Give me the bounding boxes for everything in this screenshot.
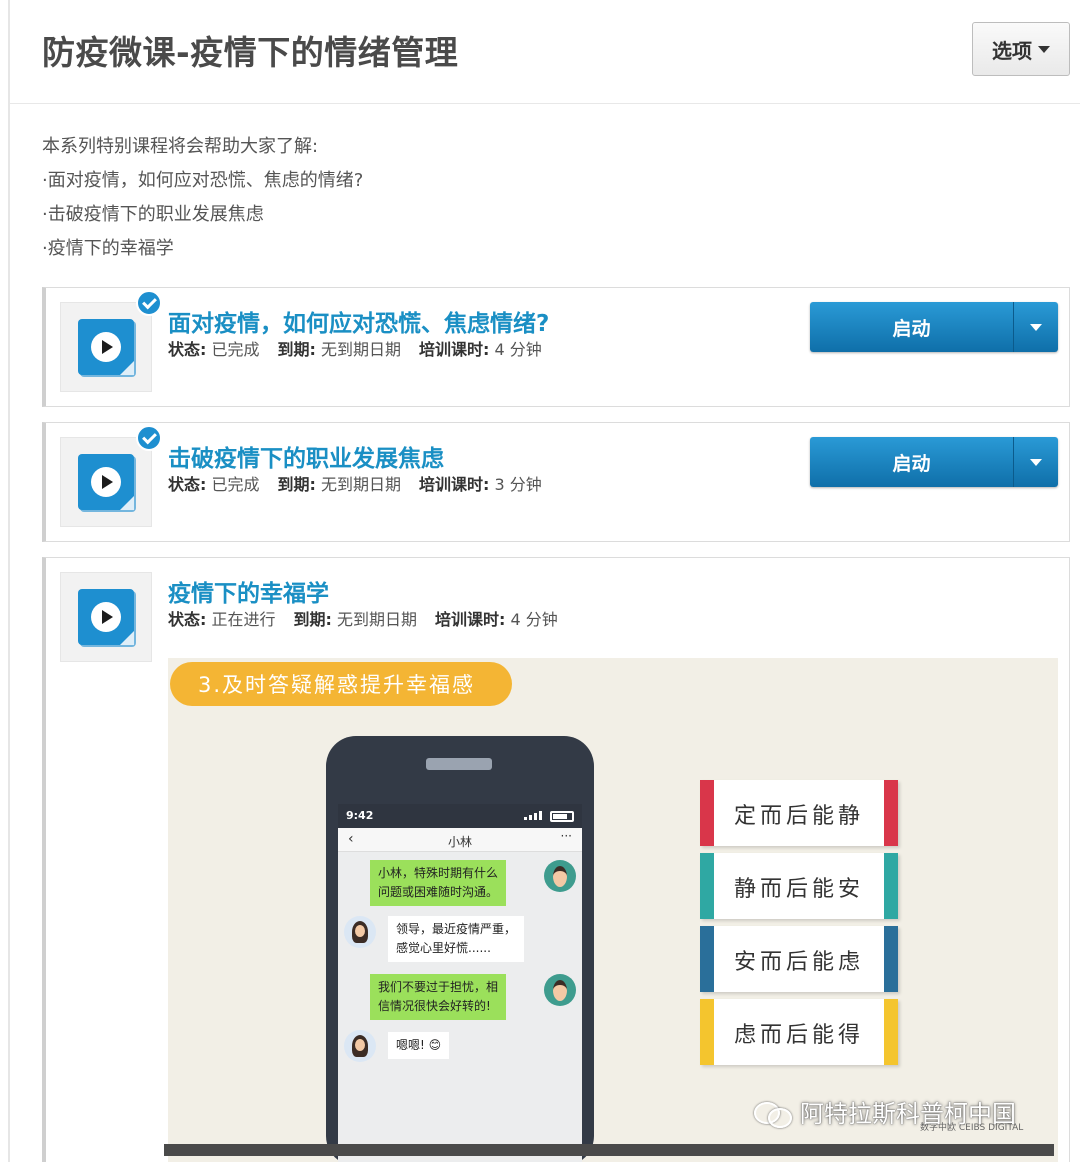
launch-dropdown-button[interactable]: [1014, 302, 1058, 352]
description-line: ·面对疫情，如何应对恐慌、焦虑的情绪?: [42, 170, 364, 191]
video-banner: 3.及时答疑解惑提升幸福感: [170, 662, 512, 706]
left-border: [8, 0, 10, 1162]
course-due: 无到期日期: [321, 475, 402, 494]
caret-down-icon: [1030, 458, 1042, 466]
phrase-text: 静而后能安: [733, 877, 864, 902]
phrase-text: 虑而后能得: [733, 1023, 864, 1048]
launch-button-group: 启动: [810, 302, 1058, 352]
course-thumbnail[interactable]: [60, 572, 152, 662]
phrase-card: 定而后能静: [700, 780, 898, 846]
launch-button-group: 启动: [810, 437, 1058, 487]
avatar-male: [544, 974, 576, 1006]
course-meta: 状态: 已完成 到期: 无到期日期 培训课时: 4 分钟: [168, 340, 542, 359]
launch-button[interactable]: 启动: [810, 302, 1014, 352]
video-icon: [78, 589, 134, 645]
video-icon: [78, 319, 134, 375]
course-item: 面对疫情，如何应对恐慌、焦虑情绪? 状态: 已完成 到期: 无到期日期 培训课时: …: [42, 287, 1070, 407]
avatar-female: [344, 1030, 376, 1062]
wechat-icon: [754, 1098, 794, 1128]
completed-check-icon: [136, 425, 162, 451]
phone-status-bar: 9:42: [338, 804, 582, 828]
course-due: 无到期日期: [337, 610, 418, 629]
course-due: 无到期日期: [321, 340, 402, 359]
course-status: 已完成: [211, 340, 260, 359]
course-title[interactable]: 疫情下的幸福学: [168, 574, 329, 608]
video-control-bar[interactable]: [164, 1144, 1054, 1156]
page-title: 防疫微课-疫情下的情绪管理: [42, 33, 459, 72]
course-title[interactable]: 面对疫情，如何应对恐慌、焦虑情绪?: [168, 304, 549, 338]
chat-contact-name: 小林: [447, 835, 472, 849]
course-item: 击破疫情下的职业发展焦虑 状态: 已完成 到期: 无到期日期 培训课时: 3 分钟 …: [42, 422, 1070, 542]
course-item: 疫情下的幸福学 状态: 正在进行 到期: 无到期日期 培训课时: 4 分钟 3.及时…: [42, 557, 1070, 1162]
description-line: 本系列特别课程将会帮助大家了解:: [42, 136, 319, 157]
completed-check-icon: [136, 290, 162, 316]
description-line: ·击破疫情下的职业发展焦虑: [42, 204, 264, 225]
chat-bubble: 我们不要过于担忧，相 信情况很快会好转的!: [370, 974, 507, 1020]
description-line: ·疫情下的幸福学: [42, 238, 174, 259]
course-duration: 3 分钟: [494, 475, 542, 494]
course-description: 本系列特别课程将会帮助大家了解: ·面对疫情，如何应对恐慌、焦虑的情绪? ·击破…: [42, 130, 363, 266]
phrase-color-bar: [884, 926, 898, 992]
course-meta: 状态: 已完成 到期: 无到期日期 培训课时: 3 分钟: [168, 475, 542, 494]
chat-bubble: 领导，最近疫情严重， 感觉心里好慌......: [388, 916, 525, 962]
phrase-text: 定而后能静: [733, 804, 864, 829]
avatar-female: [344, 916, 376, 948]
phone-time: 9:42: [346, 809, 374, 822]
caret-down-icon: [1038, 45, 1050, 53]
course-status: 已完成: [211, 475, 260, 494]
watermark-text: 阿特拉斯科普柯中国: [800, 1100, 1016, 1128]
video-icon: [78, 454, 134, 510]
options-label: 选项: [992, 38, 1032, 63]
phrase-color-bar: [884, 780, 898, 846]
course-title[interactable]: 击破疫情下的职业发展焦虑: [168, 439, 444, 473]
phrase-color-bar: [884, 853, 898, 919]
chat-header: ‹ 小林 ···: [338, 828, 582, 852]
phrase-color-bar: [884, 999, 898, 1065]
launch-dropdown-button[interactable]: [1014, 437, 1058, 487]
chat-bubble: 嗯嗯! 😊: [388, 1032, 450, 1059]
page-header: 防疫微课-疫情下的情绪管理 选项: [10, 0, 1080, 104]
options-button[interactable]: 选项: [972, 22, 1070, 76]
wechat-watermark: 阿特拉斯科普柯中国: [754, 1094, 1016, 1129]
course-thumbnail[interactable]: [60, 302, 152, 392]
phrase-card: 静而后能安: [700, 853, 898, 919]
phrase-card: 安而后能虑: [700, 926, 898, 992]
battery-icon: [550, 811, 574, 822]
course-duration: 4 分钟: [494, 340, 542, 359]
phrase-card: 虑而后能得: [700, 999, 898, 1065]
phrase-list: 定而后能静 静而后能安 安而后能虑 虑而后能得: [700, 780, 898, 1072]
course-status: 正在进行: [211, 610, 276, 629]
course-meta: 状态: 正在进行 到期: 无到期日期 培训课时: 4 分钟: [168, 610, 558, 629]
phrase-text: 安而后能虑: [733, 950, 864, 975]
phone-speaker: [426, 758, 492, 770]
caret-down-icon: [1030, 323, 1042, 331]
play-icon: [102, 610, 113, 624]
play-icon: [102, 340, 113, 354]
chat-bubble: 小林，特殊时期有什么 问题或困难随时沟通。: [370, 860, 507, 906]
course-thumbnail[interactable]: [60, 437, 152, 527]
phone-illustration: 9:42 ‹ 小林 ··· 小林，特殊时期有什么 问题或困难随时沟通。 领导，最…: [326, 736, 594, 1162]
launch-button[interactable]: 启动: [810, 437, 1014, 487]
more-icon: ···: [560, 829, 572, 843]
video-player[interactable]: 3.及时答疑解惑提升幸福感 9:42 ‹ 小林 ··· 小林，特殊时期有什么 问…: [168, 658, 1058, 1162]
avatar-male: [544, 860, 576, 892]
signal-icon: [524, 811, 542, 820]
phone-screen: 9:42 ‹ 小林 ··· 小林，特殊时期有什么 问题或困难随时沟通。 领导，最…: [338, 804, 582, 1162]
play-icon: [102, 475, 113, 489]
course-duration: 4 分钟: [510, 610, 558, 629]
